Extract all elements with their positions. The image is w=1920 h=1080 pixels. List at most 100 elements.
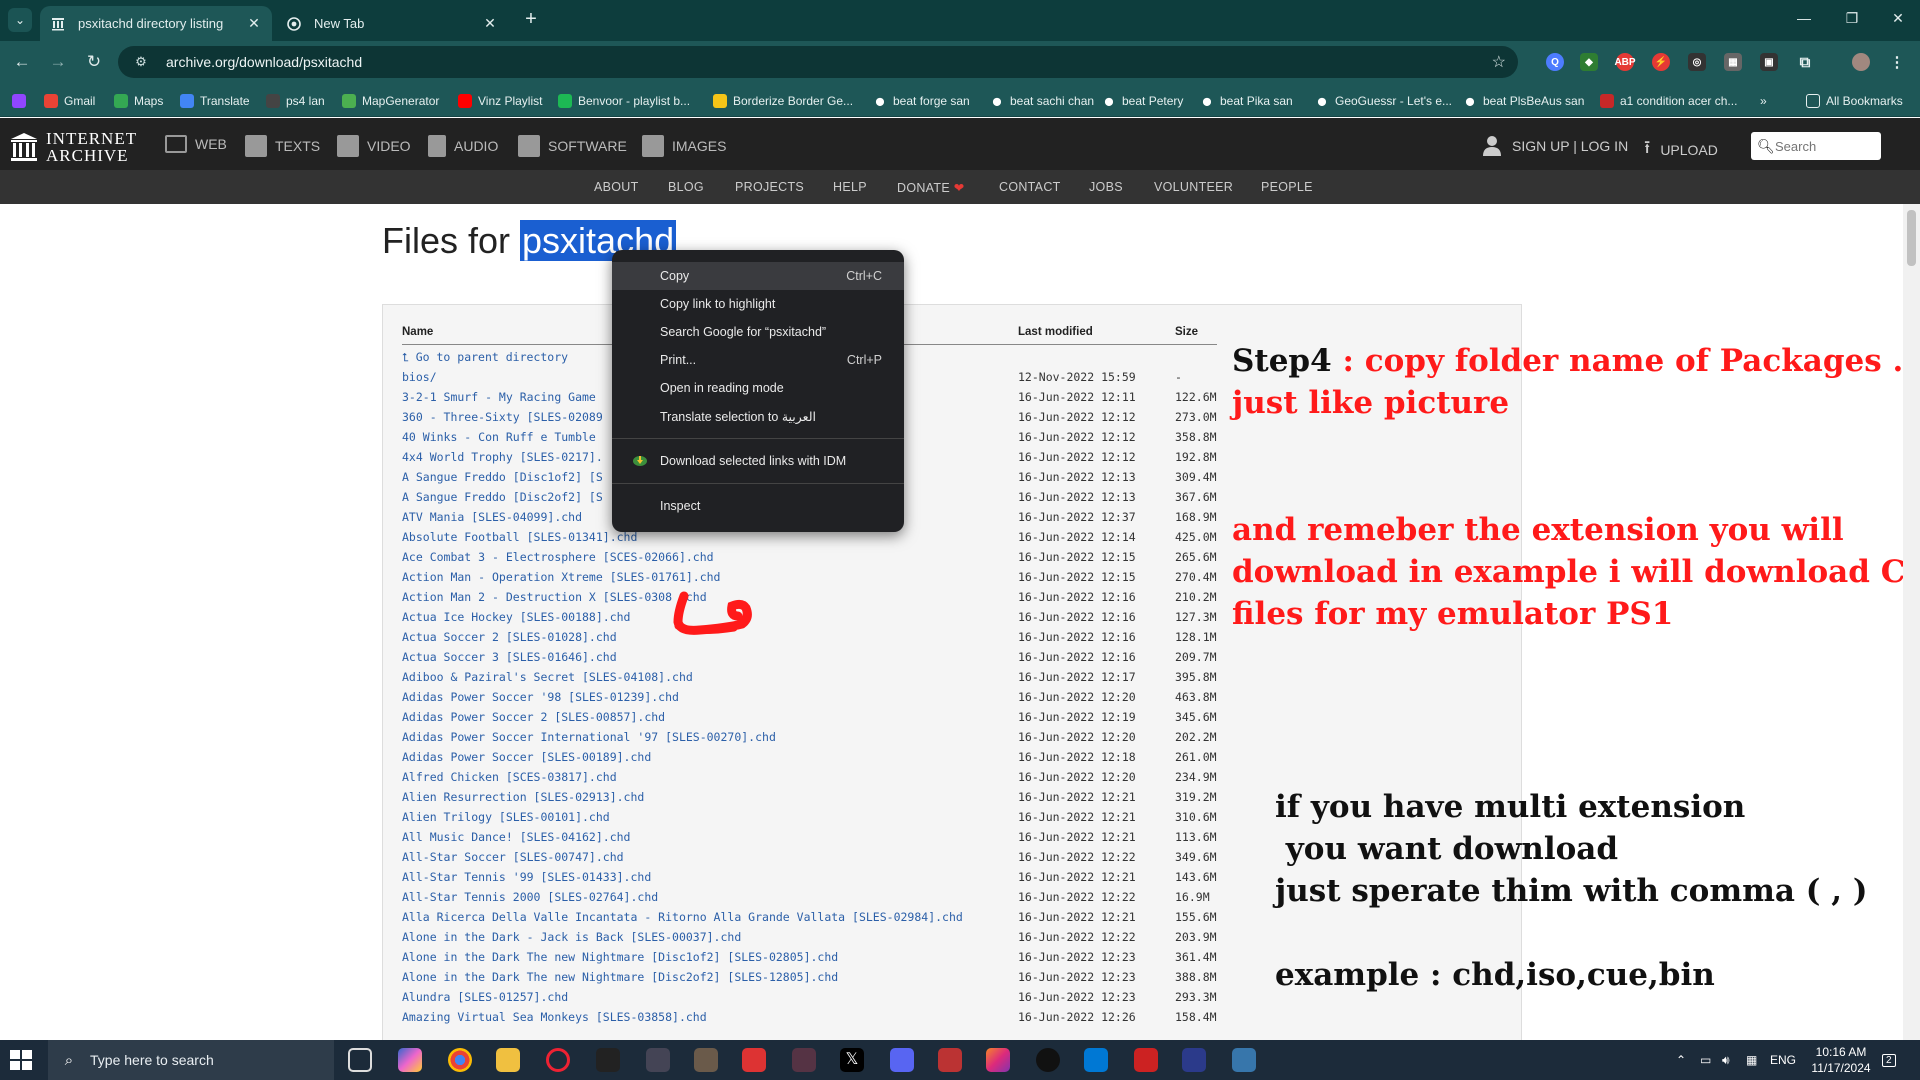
file-link[interactable]: Adidas Power Soccer '98 [SLES-01239].chd [402,690,679,704]
lens-extension-icon[interactable]: Q [1546,53,1564,71]
file-link[interactable]: Action Man - Operation Xtreme [SLES-0176… [402,570,721,584]
tray-device-icon[interactable]: ▭ [1700,1040,1711,1080]
back-icon[interactable]: ← [10,50,34,74]
nav-audio[interactable]: AUDIO [428,135,498,157]
github-icon[interactable] [1036,1048,1060,1072]
ia-search-box[interactable]: 🔍︎ [1751,132,1881,160]
chrome-taskbar-icon[interactable] [448,1048,472,1072]
scrollbar-thumb[interactable] [1907,210,1916,266]
file-link[interactable]: 3-2-1 Smurf - My Racing Game [402,390,596,404]
app-icon[interactable] [1134,1048,1158,1072]
app-icon[interactable] [646,1048,670,1072]
tab-search-button[interactable]: ⌄ [8,8,32,32]
windows-start-icon[interactable] [10,1050,32,1070]
file-link[interactable]: Alone in the Dark The new Nightmare [Dis… [402,950,838,964]
close-window-icon[interactable]: ✕ [1888,10,1908,27]
file-link[interactable]: Adidas Power Soccer 2 [SLES-00857].chd [402,710,665,724]
reload-icon[interactable]: ↻ [82,50,106,74]
file-link[interactable]: All-Star Soccer [SLES-00747].chd [402,850,624,864]
file-link[interactable]: bios/ [402,370,437,384]
file-link[interactable]: Alla Ricerca Della Valle Incantata - Rit… [402,910,963,924]
tab-active[interactable]: psxitachd directory listing ✕ [40,6,272,41]
subnav-people[interactable]: PEOPLE [1261,180,1313,194]
subnav-donate[interactable]: DONATE ❤ [897,180,965,195]
volume-icon[interactable]: 🔊︎ [1722,1040,1730,1080]
bookmark-item[interactable]: ⬤ beat Pika san [1200,92,1293,110]
vscode-icon[interactable] [1084,1048,1108,1072]
all-bookmarks-button[interactable]: All Bookmarks [1806,92,1903,110]
file-link[interactable]: Alfred Chicken [SCES-03817].chd [402,770,617,784]
file-link[interactable]: ATV Mania [SLES-04099].chd [402,510,582,524]
bookmark-item[interactable]: ps4 lan [266,92,325,110]
file-link[interactable]: A Sangue Freddo [Disc1of2] [S [402,470,603,484]
subnav-blog[interactable]: BLOG [668,180,704,194]
bookmark-item[interactable]: ⬤ beat forge san [873,92,970,110]
bookmark-item[interactable]: Vinz Playlist [458,92,542,110]
context-search-google[interactable]: Search Google for “psxitachd” [612,318,904,346]
profile-avatar[interactable] [1852,53,1870,71]
file-link[interactable]: 360 - Three-Sixty [SLES-02089 [402,410,603,424]
upload-link[interactable]: ⭱ UPLOAD [1644,135,1718,165]
subnav-projects[interactable]: PROJECTS [735,180,804,194]
nav-web[interactable]: WEB [165,135,227,153]
nav-video[interactable]: VIDEO [337,135,411,157]
kebab-menu-icon[interactable]: ⋮ [1888,53,1906,71]
extension-icon[interactable]: ⚡ [1652,53,1670,71]
parent-link[interactable]: ⮤ Go to parent directory [402,350,568,365]
bookmark-item[interactable]: MapGenerator [342,92,439,110]
extensions-puzzle-icon[interactable]: ⧉ [1796,53,1814,71]
file-link[interactable]: Adidas Power Soccer [SLES-00189].chd [402,750,651,764]
bookmark-star-icon[interactable]: ☆ [1492,52,1506,72]
bookmark-item[interactable]: ⬤ beat sachi chan [990,92,1095,110]
nav-software[interactable]: SOFTWARE [518,135,627,157]
app-icon[interactable] [694,1048,718,1072]
subnav-about[interactable]: ABOUT [594,180,639,194]
task-view-icon[interactable] [348,1048,372,1072]
page-scrollbar[interactable] [1903,204,1920,1040]
context-copy-link-highlight[interactable]: Copy link to highlight [612,290,904,318]
close-tab-icon[interactable]: ✕ [482,15,498,32]
bookmark-item[interactable]: Translate [180,92,250,110]
subnav-jobs[interactable]: JOBS [1089,180,1123,194]
notifications-icon[interactable]: 2 [1882,1040,1896,1080]
file-explorer-icon[interactable] [496,1048,520,1072]
app-icon[interactable] [938,1048,962,1072]
adblock-icon[interactable]: ABP [1614,53,1636,71]
python-icon[interactable] [1232,1048,1256,1072]
qr-extension-icon[interactable]: ▦ [1724,53,1742,71]
bookmark-item[interactable]: Benvoor - playlist b... [558,92,690,110]
address-bar[interactable]: ⚙ archive.org/download/psxitachd ☆ [118,46,1518,78]
file-link[interactable]: All-Star Tennis 2000 [SLES-02764].chd [402,890,658,904]
file-link[interactable]: 4x4 World Trophy [SLES-0217]. [402,450,603,464]
subnav-contact[interactable]: CONTACT [999,180,1061,194]
file-link[interactable]: Actua Ice Hockey [SLES-00188].chd [402,610,630,624]
site-info-icon[interactable]: ⚙ [128,54,154,70]
url-text[interactable]: archive.org/download/psxitachd [166,54,362,70]
signup-login-link[interactable]: SIGN UP | LOG IN [1482,135,1628,157]
bookmark-item[interactable]: a1 condition acer ch... [1600,92,1737,110]
app-icon[interactable] [792,1048,816,1072]
copilot-icon[interactable] [398,1048,422,1072]
restore-icon[interactable]: ❐ [1842,10,1862,27]
nav-texts[interactable]: TEXTS [245,135,320,157]
bookmarks-overflow-icon[interactable]: » [1760,92,1767,110]
close-tab-icon[interactable]: ✕ [246,15,262,32]
context-translate[interactable]: Translate selection to العربية [612,402,904,430]
teams-icon[interactable] [890,1048,914,1072]
tray-chevron-icon[interactable]: ⌃ [1676,1040,1686,1080]
context-inspect[interactable]: Inspect [612,492,904,520]
file-link[interactable]: Ace Combat 3 - Electrosphere [SCES-02066… [402,550,714,564]
file-link[interactable]: Absolute Football [SLES-01341].chd [402,530,637,544]
file-link[interactable]: Alone in the Dark The new Nightmare [Dis… [402,970,838,984]
opera-icon[interactable] [546,1048,570,1072]
bookmark-item[interactable]: Gmail [44,92,95,110]
powershell-icon[interactable] [1182,1048,1206,1072]
file-link[interactable]: A Sangue Freddo [Disc2of2] [S [402,490,603,504]
file-link[interactable]: Alien Trilogy [SLES-00101].chd [402,810,610,824]
bookmark-item[interactable]: Borderize Border Ge... [713,92,853,110]
new-tab-button[interactable]: + [520,9,542,31]
file-link[interactable]: Actua Soccer 3 [SLES-01646].chd [402,650,617,664]
gmail-taskbar-icon[interactable] [742,1048,766,1072]
file-link[interactable]: Alien Resurrection [SLES-02913].chd [402,790,644,804]
file-link[interactable]: Adiboo & Paziral's Secret [SLES-04108].c… [402,670,693,684]
